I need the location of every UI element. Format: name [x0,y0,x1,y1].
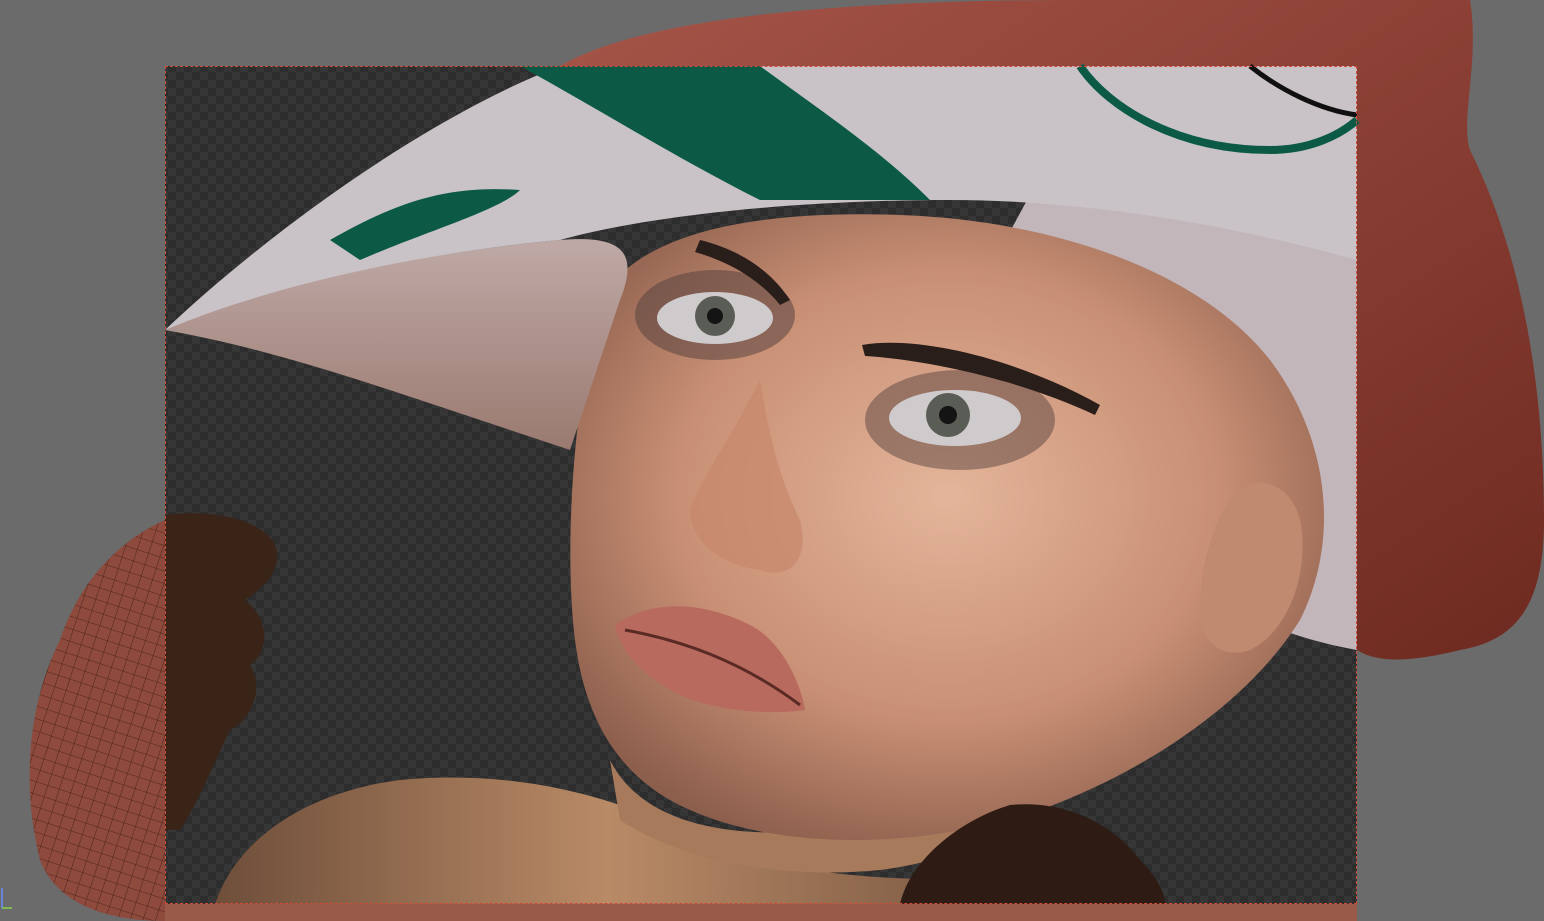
pupil-left [707,308,723,324]
bottom-mesh [165,904,1357,921]
left-hand-wire [29,520,165,921]
pupil-right [939,406,957,424]
viewport-scene[interactable] [0,0,1544,921]
3d-viewport[interactable] [0,0,1544,921]
axis-gizmo-icon [1,888,12,909]
